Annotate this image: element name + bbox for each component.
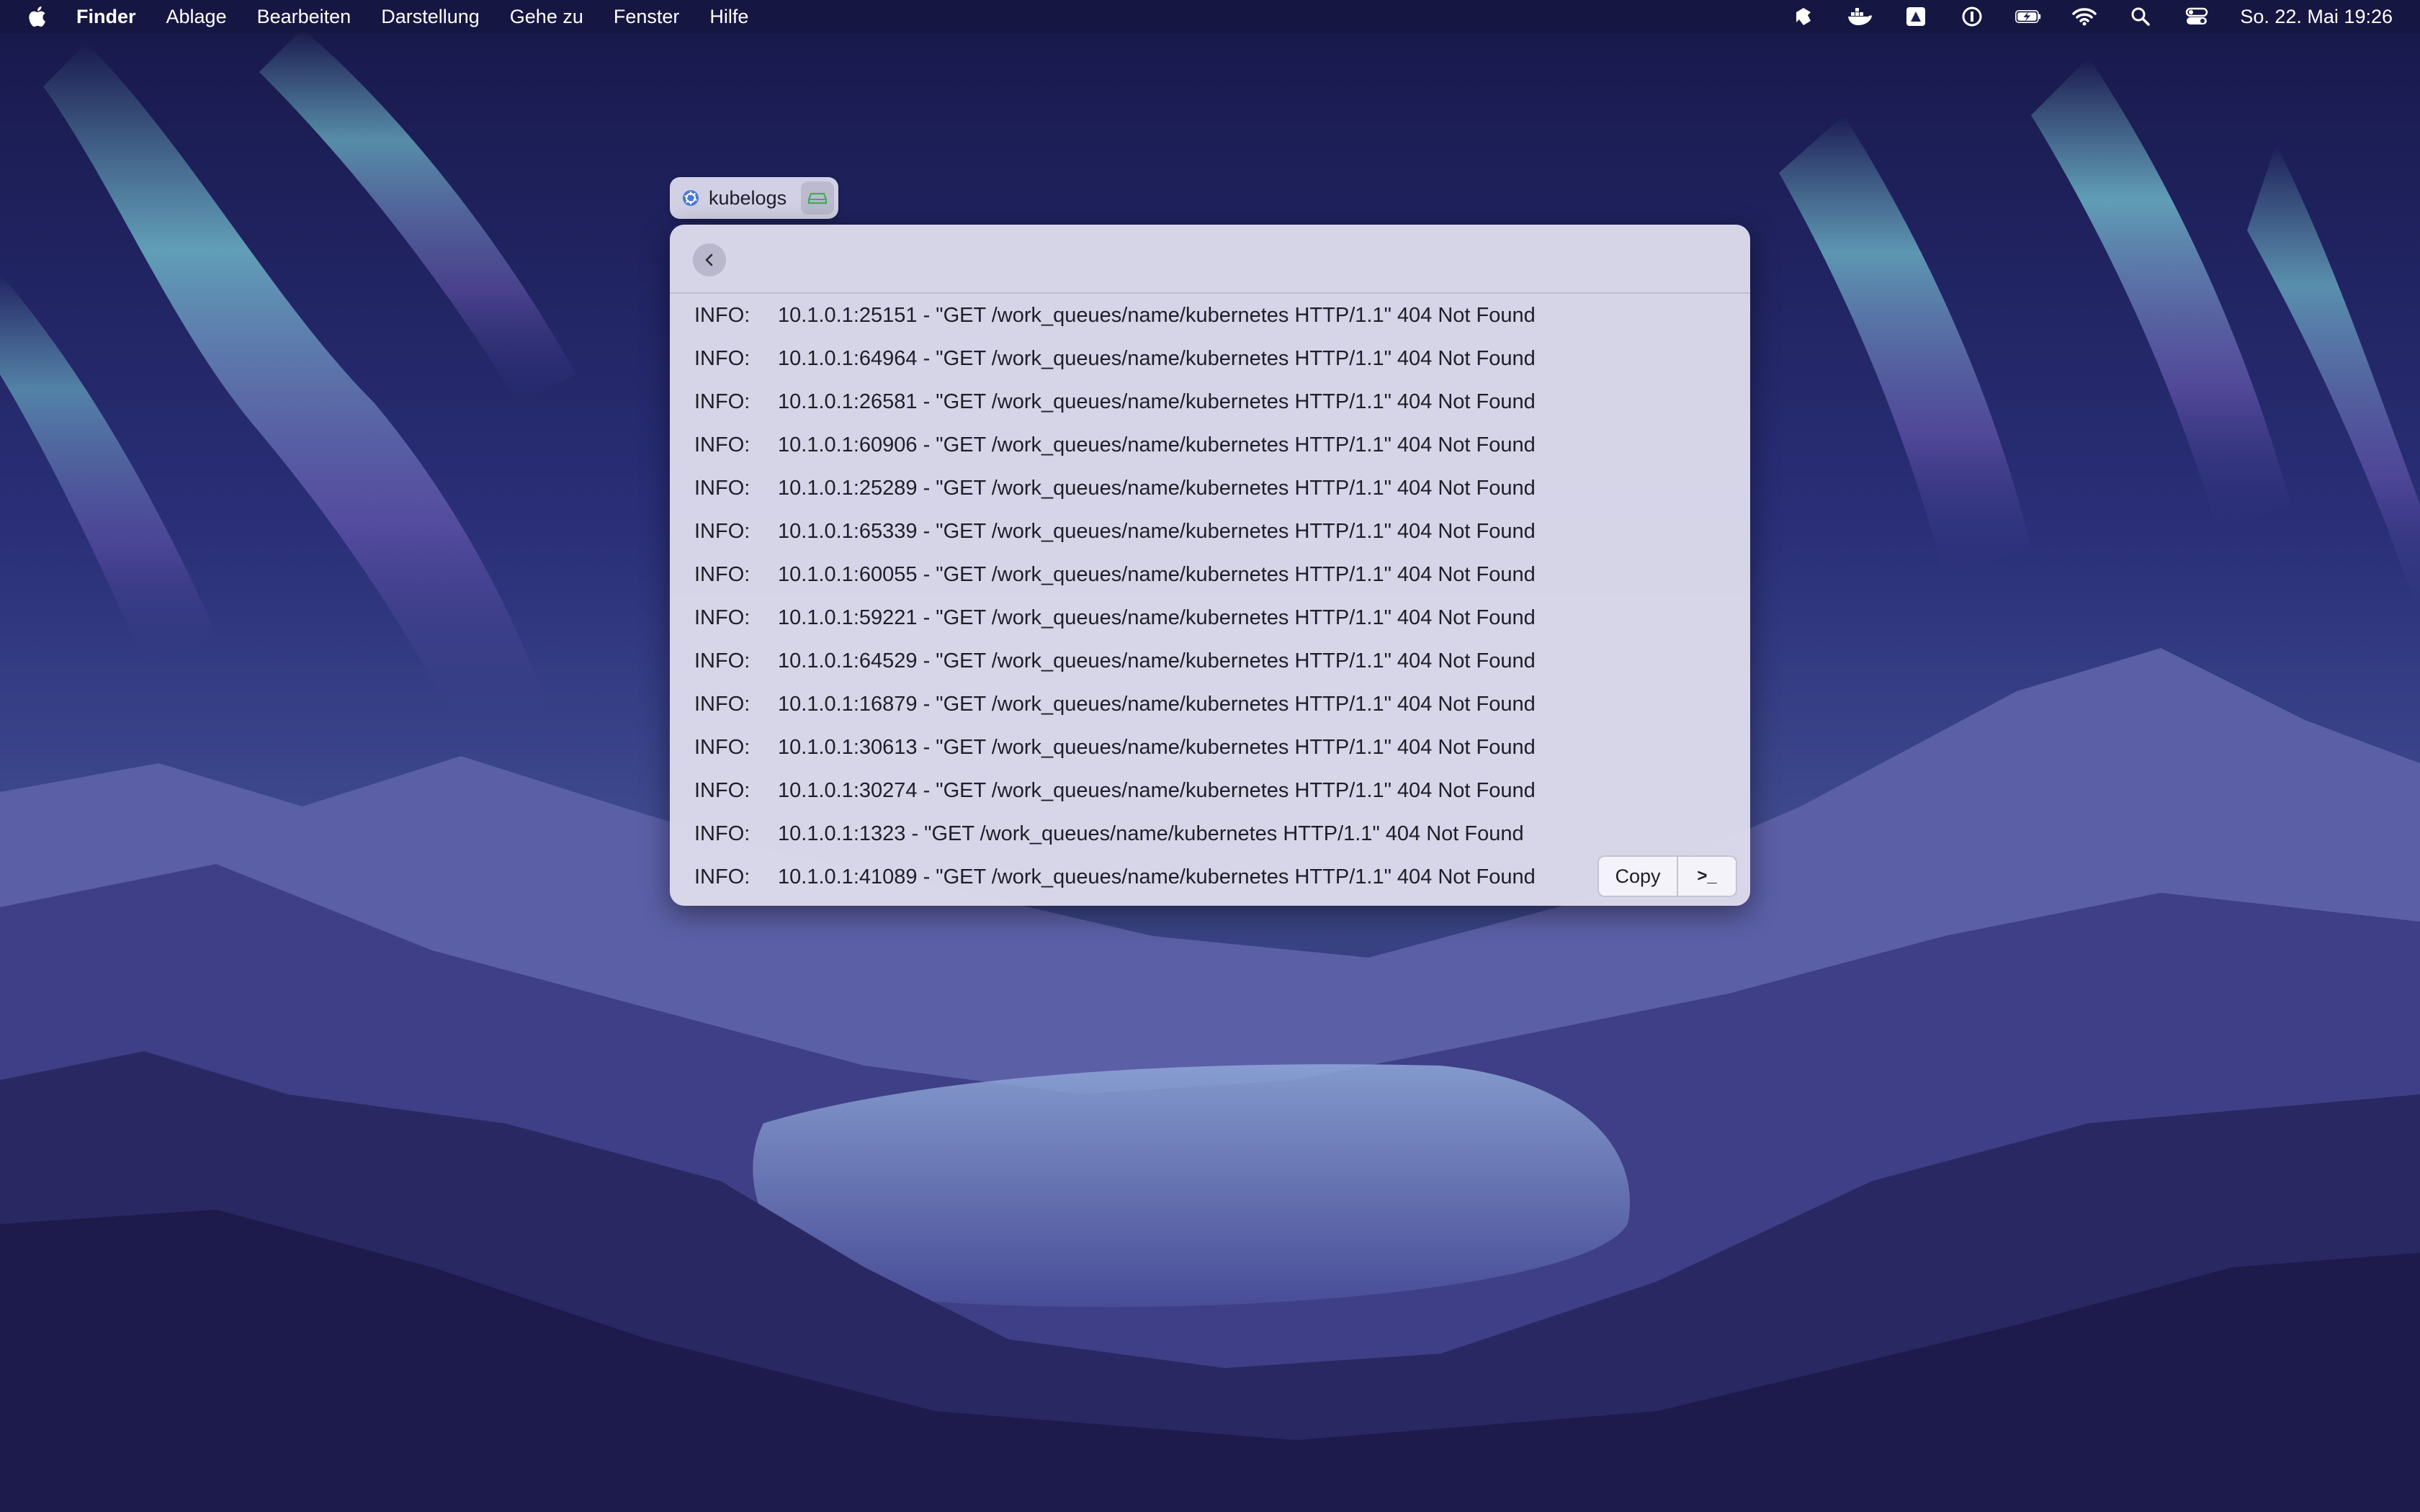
menu-app-finder[interactable]: Finder [76,6,136,28]
log-row: INFO: 10.1.0.1:60906 - "GET /work_queues/… [694,423,1731,467]
log-row: INFO: 10.1.0.1:41089 - "GET /work_queues/… [694,855,1731,899]
menu-gehe-zu[interactable]: Gehe zu [510,6,583,28]
log-row: INFO: 10.1.0.1:25289 - "GET /work_queues/… [694,467,1731,510]
back-button[interactable] [693,243,726,276]
log-level: INFO: [694,562,750,586]
log-message: 10.1.0.1:60906 - "GET /work_queues/name/… [778,433,1536,456]
log-message: 10.1.0.1:25151 - "GET /work_queues/name/… [778,303,1536,327]
open-terminal-button[interactable]: >_ [1678,857,1736,896]
log-message: 10.1.0.1:26581 - "GET /work_queues/name/… [778,390,1536,413]
focus-icon[interactable] [1791,4,1816,30]
log-message: 10.1.0.1:1323 - "GET /work_queues/name/k… [778,822,1524,845]
log-level: INFO: [694,433,750,456]
log-row: INFO: 10.1.0.1:16879 - "GET /work_queues/… [694,683,1731,726]
log-level: INFO: [694,735,750,759]
log-row: INFO: 10.1.0.1:30274 - "GET /work_queues/… [694,769,1731,812]
log-message: 10.1.0.1:64529 - "GET /work_queues/name/… [778,649,1536,672]
log-message: 10.1.0.1:41089 - "GET /work_queues/name/… [778,865,1536,888]
copy-button[interactable]: Copy [1599,857,1678,896]
menu-ablage[interactable]: Ablage [166,6,227,28]
log-row: INFO: 10.1.0.1:64964 - "GET /work_queues/… [694,337,1731,380]
battery-icon [2015,4,2041,30]
spotlight-icon[interactable] [2128,4,2154,30]
log-message: 10.1.0.1:65339 - "GET /work_queues/name/… [778,519,1536,543]
docker-icon[interactable] [1847,4,1873,30]
log-level: INFO: [694,865,750,888]
window-toolbar [670,225,1750,294]
apple-menu-icon[interactable] [27,4,49,29]
drive-icon [808,192,827,204]
log-message: 10.1.0.1:30613 - "GET /work_queues/name/… [778,735,1536,759]
log-row: INFO: 10.1.0.1:1323 - "GET /work_queues/n… [694,812,1731,855]
drive-icon[interactable] [1903,4,1929,30]
log-message: 10.1.0.1:25289 - "GET /work_queues/name/… [778,476,1536,500]
menu-fenster[interactable]: Fenster [614,6,680,28]
log-message: 10.1.0.1:16879 - "GET /work_queues/name/… [778,692,1536,716]
log-list[interactable]: INFO: 10.1.0.1:25151 - "GET /work_queues/… [670,294,1750,906]
log-level: INFO: [694,346,750,370]
menu-bar: Finder Ablage Bearbeiten Darstellung Geh… [0,0,2420,33]
log-level: INFO: [694,606,750,629]
log-level: INFO: [694,692,750,716]
log-message: 10.1.0.1:59221 - "GET /work_queues/name/… [778,606,1536,629]
log-level: INFO: [694,778,750,802]
log-message: 10.1.0.1:64964 - "GET /work_queues/name/… [778,346,1536,370]
menubar-clock[interactable]: So. 22. Mai 19:26 [2240,6,2393,28]
password-manager-icon[interactable] [1959,4,1985,30]
log-row: INFO: 10.1.0.1:59221 - "GET /work_queues/… [694,596,1731,639]
log-level: INFO: [694,649,750,672]
log-level: INFO: [694,390,750,413]
kubelogs-window: INFO: 10.1.0.1:25151 - "GET /work_queues/… [670,225,1750,906]
log-row: INFO: 10.1.0.1:26581 - "GET /work_queues/… [694,380,1731,423]
menu-bearbeiten[interactable]: Bearbeiten [257,6,351,28]
log-row: INFO: 10.1.0.1:65339 - "GET /work_queues/… [694,510,1731,553]
menu-hilfe[interactable]: Hilfe [709,6,748,28]
log-level: INFO: [694,519,750,543]
menu-darstellung[interactable]: Darstellung [381,6,480,28]
log-message: 10.1.0.1:60055 - "GET /work_queues/name/… [778,562,1536,586]
app-tab-kubelogs[interactable]: kubelogs [670,177,838,219]
app-tab-label: kubelogs [709,186,787,209]
log-row: INFO: 10.1.0.1:60055 - "GET /work_queues/… [694,553,1731,596]
log-level: INFO: [694,476,750,500]
log-message: 10.1.0.1:30274 - "GET /work_queues/name/… [778,778,1536,802]
control-center-icon[interactable] [2184,4,2210,30]
log-row: INFO: 10.1.0.1:64529 - "GET /work_queues/… [694,639,1731,683]
log-row: INFO: 10.1.0.1:30613 - "GET /work_queues/… [694,726,1731,769]
log-level: INFO: [694,303,750,327]
app-tab-action-button[interactable] [801,181,834,215]
chevron-left-icon [705,253,713,266]
log-actions: Copy >_ [1597,855,1737,897]
log-level: INFO: [694,822,750,845]
kubernetes-icon [683,190,699,206]
log-row: INFO: 10.1.0.1:25151 - "GET /work_queues/… [694,294,1731,337]
wifi-icon[interactable] [2071,4,2097,30]
